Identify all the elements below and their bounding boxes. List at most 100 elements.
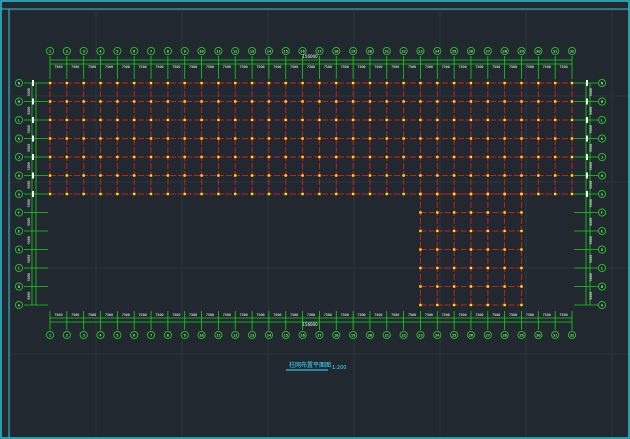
axis-bubble-x-top: 15 (281, 46, 290, 56)
annex-block-column (503, 192, 506, 196)
main-block-column (301, 155, 304, 159)
axis-bubble-x-bottom: 22 (399, 330, 408, 340)
annex-block-column (419, 266, 422, 270)
spacing-label-right: 9000 (589, 199, 593, 207)
main-block-column (183, 118, 186, 122)
edge-marker (32, 172, 34, 179)
axis-bubble-x-bottom: 7 (146, 330, 156, 340)
spacing-label-right: 9000 (589, 162, 593, 170)
axis-bubble-label: 21 (385, 333, 389, 337)
main-block-column (82, 81, 85, 85)
main-block-column (284, 155, 287, 159)
annex-block-column (452, 211, 456, 214)
spacing-label-left: 9000 (27, 107, 31, 115)
main-block-column (99, 192, 102, 196)
main-block-column (553, 100, 557, 103)
spacing-label-top: 7500 (71, 65, 79, 69)
spacing-label-right: 9000 (589, 255, 593, 263)
edge-marker (586, 80, 588, 86)
main-block-column (183, 155, 186, 159)
annex-block-column (452, 303, 456, 307)
spacing-label-top: 7500 (324, 65, 332, 69)
spacing-label-bottom: 7500 (71, 313, 79, 317)
axis-bubble-label: 12 (233, 49, 237, 53)
axis-bubble-x-top: 32 (567, 46, 577, 56)
main-block-column (132, 137, 136, 140)
drawing-canvas: 7500 7500 7500 7500 7500 7500 7500 7500 7500 7500… (0, 0, 630, 439)
axis-bubble-label: C (18, 266, 20, 270)
axis-bubble-x-bottom: 20 (365, 330, 374, 340)
annex-block-column (436, 211, 439, 214)
edge-marker (586, 135, 588, 142)
main-block-column (99, 155, 102, 159)
main-block-column (149, 155, 153, 159)
spacing-label-left: 9000 (27, 273, 31, 281)
spacing-label-left: 9000 (27, 88, 31, 96)
main-block-column (234, 192, 237, 196)
axis-bubble-y-left: J (14, 152, 24, 162)
axis-bubble-x-top: 7 (146, 46, 156, 56)
main-block-column (267, 81, 271, 85)
axis-bubble-y-right: L (597, 115, 607, 125)
axis-bubble-label: 31 (553, 49, 557, 53)
axis-bubble-label: 22 (401, 49, 405, 53)
axis-bubble-label: 5 (116, 333, 118, 337)
main-block-column (200, 192, 203, 196)
axis-bubble-label: 24 (435, 49, 439, 53)
main-block-column (200, 137, 203, 140)
main-block-column (537, 100, 540, 103)
main-block-column (132, 81, 136, 85)
beam-grid (49, 82, 573, 306)
axis-bubble-label: 9 (184, 49, 186, 53)
axis-bubble-x-top: 1 (45, 46, 55, 56)
axis-bubble-y-right: D (597, 245, 607, 254)
columns (32, 80, 588, 307)
annex-block-column (520, 266, 523, 270)
axis-bubble-label: 7 (150, 333, 152, 337)
axis-bubble-y-left: A (14, 300, 24, 310)
main-block-column (99, 118, 102, 122)
edge-marker (32, 117, 34, 123)
main-block-column (537, 174, 540, 177)
main-block-column (250, 155, 254, 159)
main-block-column (217, 81, 220, 85)
spacing-label-left: 9000 (27, 181, 31, 189)
main-block-column (436, 118, 439, 122)
spacing-label-top: 7500 (509, 65, 517, 69)
axis-bubble-label: D (18, 248, 20, 252)
main-block-column (436, 81, 439, 85)
main-block-column (570, 137, 574, 140)
main-block-column (419, 81, 422, 85)
main-block-column (469, 118, 473, 122)
axis-bubble-x-top: 13 (248, 46, 257, 56)
main-block-column (318, 174, 321, 177)
main-block-column (250, 174, 254, 177)
main-block-column (250, 192, 254, 196)
axis-bubble-x-bottom: 8 (163, 330, 172, 340)
axis-bubble-label: 17 (317, 333, 321, 337)
spacing-label-left: 9000 (27, 218, 31, 226)
axis-bubble-y-left: D (14, 245, 24, 254)
main-block-column (200, 100, 203, 103)
annex-block-column (486, 229, 490, 233)
main-block-column (183, 100, 186, 103)
axis-bubble-label: 5 (116, 49, 118, 53)
axis-bubble-x-bottom: 28 (500, 330, 509, 340)
axis-bubble-y-right: E (597, 226, 607, 236)
main-block-column (200, 155, 203, 159)
axis-bubble-x-top: 29 (517, 46, 526, 56)
spacing-label-top: 7500 (122, 65, 130, 69)
axis-bubble-x-bottom: 23 (416, 330, 425, 340)
main-block-column (65, 118, 69, 122)
main-block-column (469, 81, 473, 85)
spacing-label-left: 9000 (27, 125, 31, 133)
main-block-column (570, 192, 574, 196)
main-block-column (385, 81, 388, 85)
spacing-label-top: 7500 (458, 65, 466, 69)
main-block-column (234, 155, 237, 159)
annex-block-column (419, 303, 422, 307)
spacing-label-bottom: 7500 (458, 313, 466, 317)
cad-viewport[interactable]: 7500 7500 7500 7500 7500 7500 7500 7500 7500 7500… (0, 0, 630, 439)
annex-block-column (419, 285, 422, 288)
axis-bubble-label: F (18, 211, 20, 215)
